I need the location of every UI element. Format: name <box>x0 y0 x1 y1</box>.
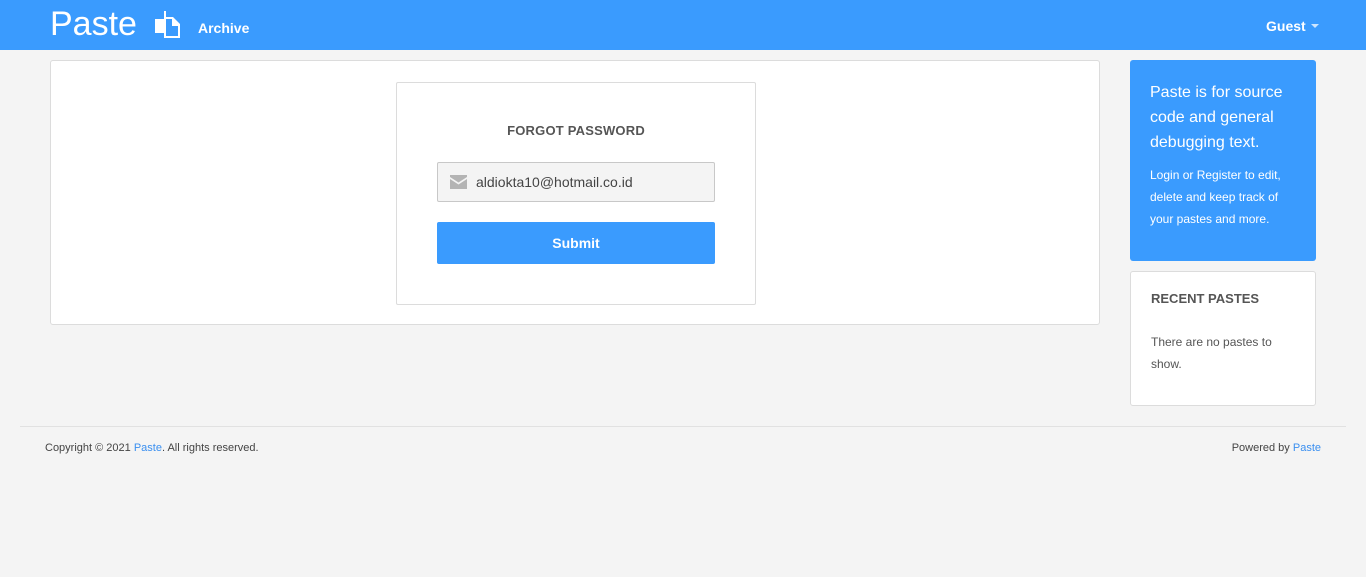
powered-by-paste-link[interactable]: Paste <box>1293 442 1321 454</box>
forgot-password-form: FORGOT PASSWORD Submit <box>396 82 756 305</box>
submit-button[interactable]: Submit <box>437 222 715 264</box>
envelope-icon <box>450 175 467 189</box>
sidebar-info-box: Paste is for source code and general deb… <box>1130 60 1316 261</box>
info-headline: Paste is for source code and general deb… <box>1150 84 1283 151</box>
top-navbar: Paste Archive Guest <box>0 0 1366 50</box>
info-text: Login or Register to edit, delete and ke… <box>1150 168 1281 226</box>
recent-pastes-panel: RECENT PASTES There are no pastes to sho… <box>1130 271 1316 406</box>
footer-divider <box>20 426 1346 427</box>
copyright-prefix: Copyright © 2021 <box>45 442 134 454</box>
forgot-password-title: FORGOT PASSWORD <box>507 123 645 138</box>
recent-pastes-title: RECENT PASTES <box>1151 291 1260 306</box>
footer-powered-by: Powered by Paste <box>1232 442 1321 454</box>
guest-user-label: Guest <box>1266 18 1306 34</box>
footer-copyright: Copyright © 2021 Paste. All rights reser… <box>45 442 259 454</box>
copyright-suffix: . All rights reserved. <box>161 442 259 454</box>
guest-user-dropdown[interactable]: Guest <box>1266 18 1319 34</box>
email-field[interactable] <box>476 163 712 201</box>
caret-down-icon <box>1310 24 1319 28</box>
nav-archive-link[interactable]: Archive <box>198 20 249 36</box>
paste-document-icon[interactable] <box>153 9 183 39</box>
footer-paste-link[interactable]: Paste <box>134 442 162 454</box>
email-input-group <box>437 162 715 202</box>
brand-logo-link[interactable]: Paste <box>50 3 137 45</box>
recent-pastes-empty-text: There are no pastes to show. <box>1151 335 1272 371</box>
powered-prefix: Powered by <box>1231 442 1293 454</box>
main-content-panel: FORGOT PASSWORD Submit <box>50 60 1100 325</box>
